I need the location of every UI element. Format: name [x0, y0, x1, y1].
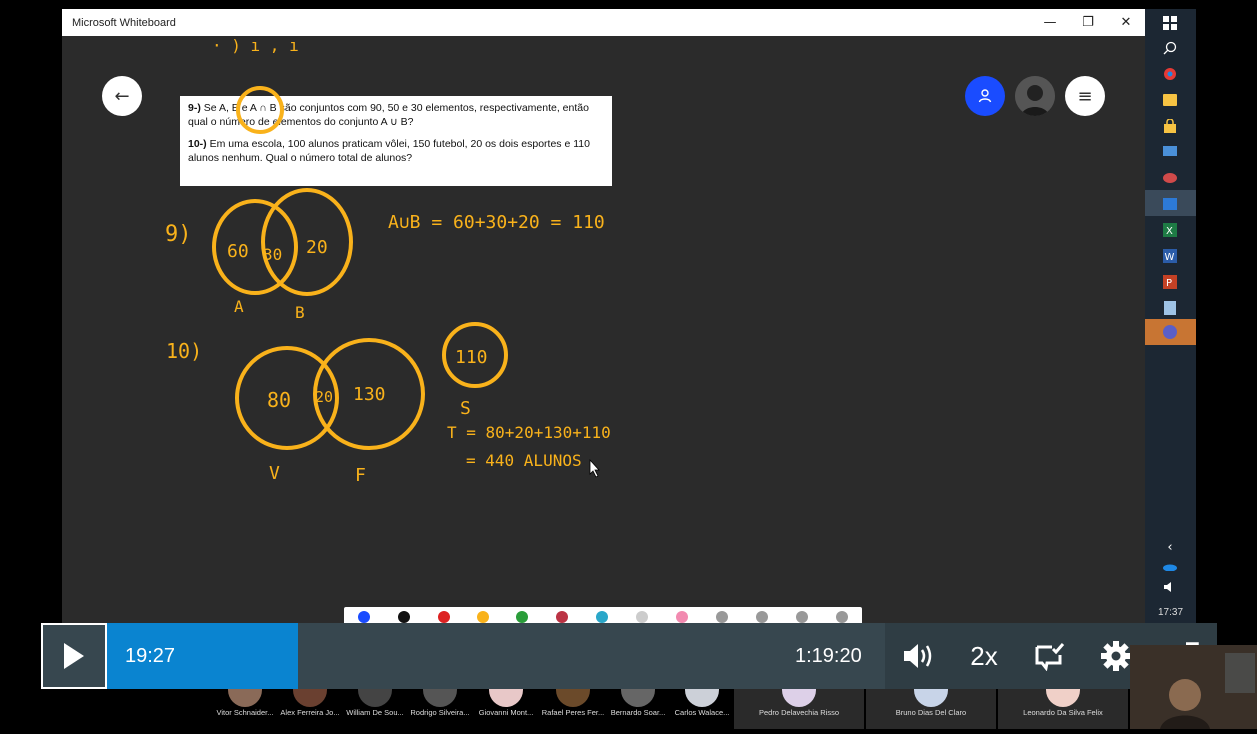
venn-9-a-only: 60 [227, 241, 249, 262]
yellow-pen-tool[interactable] [477, 611, 489, 623]
title-bar: Microsoft Whiteboard — ❐ ✕ [62, 9, 1145, 36]
highlight-circle [236, 86, 284, 134]
redo-tool[interactable] [836, 611, 848, 623]
whiteboard-canvas[interactable]: ← ≡ 9-) Se A, B e A ∩ B são conjuntos co… [62, 36, 1145, 649]
captions-icon [1035, 643, 1065, 671]
current-time: 19:27 [125, 645, 176, 667]
problem-10-total-line2: = 440 ALUNOS [466, 451, 582, 470]
eraser-tool[interactable] [676, 611, 688, 623]
problem-10-total-line1: T = 80+20+130+110 [447, 423, 611, 442]
avatar [782, 689, 816, 707]
avatar [914, 689, 948, 707]
onedrive-icon[interactable] [1162, 559, 1178, 575]
set-s-label: S [460, 398, 471, 419]
handwritten-ink: · ) ı , ı 9) 60 30 20 A B A∪B = 60+30+20… [165, 36, 611, 486]
participant-tile[interactable]: Pedro Delavechia Risso [734, 689, 864, 729]
cyan-pen-tool[interactable] [596, 611, 608, 623]
venn-10-label-v: V [269, 463, 280, 484]
participant-name: Bruno Dias Del Claro [895, 708, 967, 717]
avatar [1046, 689, 1080, 707]
gear-icon [1101, 641, 1131, 671]
avatar [685, 689, 719, 707]
svg-text:W: W [1165, 252, 1175, 263]
powerpoint-icon[interactable]: P [1162, 274, 1178, 290]
svg-text:P: P [1166, 278, 1172, 289]
paint-icon[interactable] [1162, 170, 1178, 186]
remote-desktop-icon[interactable] [1162, 144, 1178, 160]
search-icon[interactable] [1162, 40, 1178, 56]
highlighter-tool[interactable] [636, 611, 648, 623]
participant-name: Leonardo Da Silva Felix [1023, 708, 1103, 717]
presenter-video-image [1130, 645, 1257, 729]
venn-10-v-only: 80 [267, 388, 291, 412]
excel-icon[interactable]: X [1162, 222, 1178, 238]
avatar [358, 689, 392, 707]
problem-9-label: 9) [165, 222, 192, 247]
venn-10-f-only: 130 [353, 384, 386, 405]
problem-10-label: 10) [166, 339, 202, 363]
venn-9-intersection: 30 [263, 245, 282, 264]
presenter-video [1130, 645, 1257, 729]
playback-speed-button[interactable]: 2x [959, 623, 1009, 689]
avatar [423, 689, 457, 707]
venn-9-b-only: 20 [306, 237, 328, 258]
windows-taskbar: X W P ‹ 17:37 [1145, 9, 1196, 624]
tray-chevron-icon[interactable]: ‹ [1162, 539, 1178, 555]
avatar [556, 689, 590, 707]
video-player-controls: 19:27 1:19:20 2x [41, 623, 1217, 689]
captions-button[interactable] [1025, 623, 1075, 689]
svg-text:X: X [1166, 226, 1173, 237]
volume-button[interactable] [893, 623, 943, 689]
undo-tool[interactable] [796, 611, 808, 623]
venn-10-label-f: F [355, 465, 366, 486]
scrap-text: · ) ı , ı [212, 36, 299, 55]
mouse-cursor-icon [589, 458, 600, 478]
pen-tool[interactable] [556, 611, 568, 623]
speaker-icon[interactable] [1162, 579, 1178, 595]
blue-pen-tool[interactable] [358, 611, 370, 623]
black-pen-tool[interactable] [398, 611, 410, 623]
participants-strip: Vitor Schnaider... Alex Ferreira Jo... W… [200, 689, 1257, 729]
participant-tile[interactable]: Carlos Walace... [662, 689, 742, 729]
lasso-tool[interactable] [756, 611, 768, 623]
windows-icon[interactable] [1162, 15, 1178, 31]
whiteboard-icon[interactable] [1162, 196, 1178, 212]
participant-tile[interactable]: Bruno Dias Del Claro [866, 689, 996, 729]
ink-toolbar[interactable] [344, 607, 862, 623]
file-explorer-icon[interactable] [1162, 92, 1178, 108]
play-icon [64, 643, 84, 669]
restore-button[interactable]: ❐ [1069, 9, 1107, 36]
venn-9-label-a: A [234, 297, 244, 316]
avatar [293, 689, 327, 707]
close-button[interactable]: ✕ [1107, 9, 1145, 36]
volume-icon [904, 644, 932, 668]
lock-icon[interactable] [1162, 118, 1178, 134]
participant-tile[interactable]: Leonardo Da Silva Felix [998, 689, 1128, 729]
avatar [621, 689, 655, 707]
minimize-button[interactable]: — [1031, 9, 1069, 36]
avatar [489, 689, 523, 707]
notes-icon[interactable] [1162, 300, 1178, 316]
window-title: Microsoft Whiteboard [72, 16, 176, 29]
avatar [228, 689, 262, 707]
problem-9-formula: A∪B = 60+30+20 = 110 [388, 212, 605, 233]
word-icon[interactable]: W [1162, 248, 1178, 264]
teams-icon[interactable] [1162, 324, 1178, 340]
red-pen-tool[interactable] [438, 611, 450, 623]
venn-10-intersection: 20 [315, 388, 333, 406]
chrome-icon[interactable] [1162, 66, 1178, 82]
play-button[interactable] [41, 623, 107, 689]
total-time: 1:19:20 [795, 645, 862, 667]
green-pen-tool[interactable] [516, 611, 528, 623]
participant-name: Pedro Delavechia Risso [758, 708, 840, 717]
whiteboard-window: Microsoft Whiteboard — ❐ ✕ ← ≡ 9-) Se A,… [62, 9, 1145, 649]
set-s-value: 110 [455, 347, 488, 368]
taskbar-clock[interactable]: 17:37 [1145, 607, 1196, 618]
venn-9-label-b: B [295, 303, 305, 322]
participant-name: Carlos Walace... [674, 708, 730, 717]
ruler-tool[interactable] [716, 611, 728, 623]
